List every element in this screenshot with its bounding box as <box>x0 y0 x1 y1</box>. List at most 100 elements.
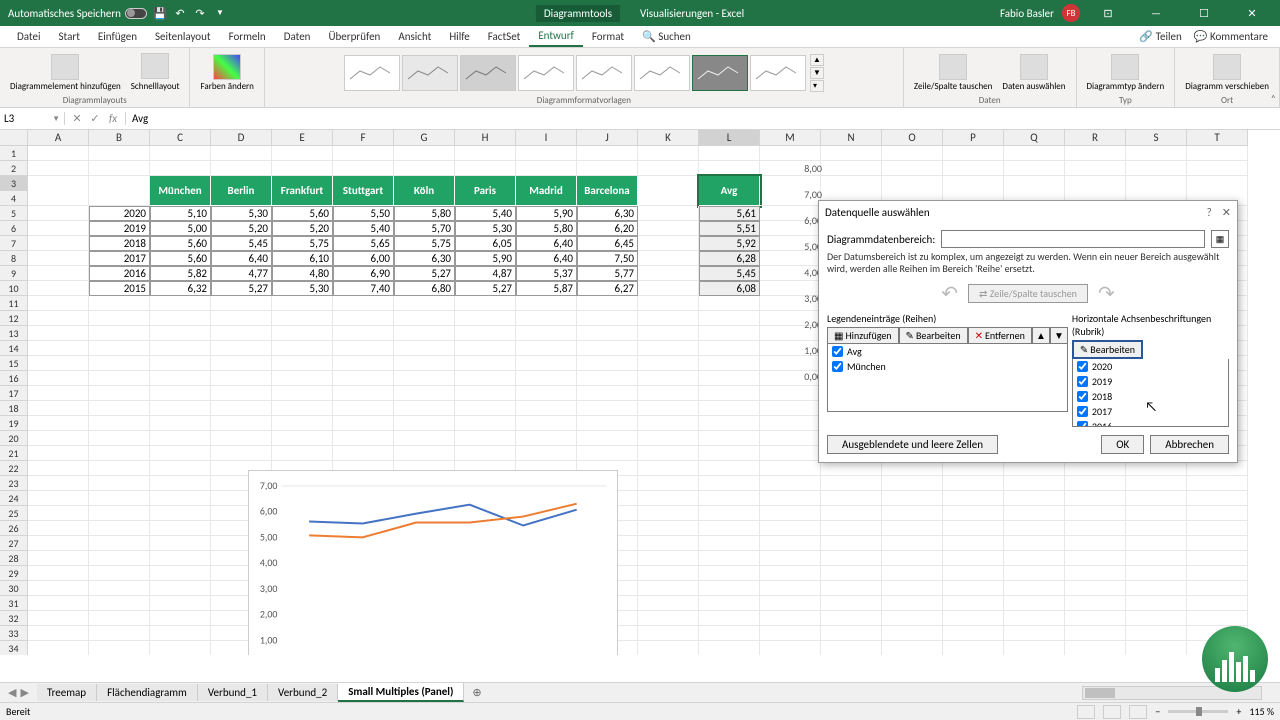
cell[interactable] <box>638 281 699 296</box>
cell[interactable] <box>1126 521 1187 536</box>
cell[interactable] <box>638 611 699 626</box>
row-header[interactable]: 28 <box>0 551 28 566</box>
cell[interactable] <box>516 146 577 161</box>
cell[interactable] <box>943 611 1004 626</box>
cell[interactable]: 6,28 <box>699 251 760 266</box>
cell[interactable] <box>333 371 394 386</box>
cell[interactable] <box>760 611 821 626</box>
cell[interactable] <box>577 161 638 176</box>
cell[interactable] <box>638 146 699 161</box>
cell[interactable] <box>516 446 577 461</box>
category-item[interactable]: 2017 <box>1073 404 1228 419</box>
cell[interactable] <box>699 386 760 401</box>
cell[interactable] <box>1187 476 1248 491</box>
cell[interactable] <box>699 611 760 626</box>
cell[interactable] <box>89 536 150 551</box>
tab-format[interactable]: Format <box>583 27 633 46</box>
cell[interactable] <box>760 446 821 461</box>
cell[interactable] <box>28 506 89 521</box>
cell[interactable]: 7,50 <box>577 251 638 266</box>
sheet-nav-next-icon[interactable]: ▶ <box>20 686 28 699</box>
cell[interactable] <box>455 431 516 446</box>
cell[interactable] <box>150 566 211 581</box>
cell[interactable] <box>821 476 882 491</box>
cell[interactable] <box>577 401 638 416</box>
cell[interactable] <box>699 491 760 506</box>
row-header[interactable]: 29 <box>0 566 28 581</box>
chart-style-5[interactable] <box>576 55 632 91</box>
cell[interactable] <box>821 581 882 596</box>
chart-style-4[interactable] <box>518 55 574 91</box>
cell[interactable] <box>28 236 89 251</box>
cell[interactable] <box>699 161 760 176</box>
cell[interactable] <box>89 356 150 371</box>
cell[interactable] <box>638 296 699 311</box>
cell[interactable]: 5,75 <box>272 236 333 251</box>
cell[interactable] <box>821 611 882 626</box>
cell[interactable] <box>821 566 882 581</box>
cell[interactable]: 6,30 <box>394 251 455 266</box>
cell[interactable] <box>150 551 211 566</box>
cell[interactable] <box>699 356 760 371</box>
cell[interactable] <box>28 356 89 371</box>
cell[interactable]: Avg <box>699 176 760 206</box>
cell[interactable] <box>211 356 272 371</box>
cell[interactable] <box>1187 566 1248 581</box>
cell[interactable] <box>28 281 89 296</box>
cell[interactable] <box>760 491 821 506</box>
cell[interactable] <box>699 596 760 611</box>
cell[interactable] <box>455 326 516 341</box>
cell[interactable] <box>394 326 455 341</box>
cell[interactable]: 5,30 <box>211 206 272 221</box>
cell[interactable] <box>821 146 882 161</box>
cell[interactable] <box>211 446 272 461</box>
cell[interactable]: 5,80 <box>394 206 455 221</box>
cell[interactable]: Paris <box>455 176 516 206</box>
cell[interactable] <box>394 386 455 401</box>
cell[interactable] <box>333 386 394 401</box>
page-layout-view-icon[interactable] <box>1103 705 1121 719</box>
cell[interactable] <box>150 431 211 446</box>
cell[interactable] <box>943 581 1004 596</box>
cell[interactable] <box>394 356 455 371</box>
cell[interactable]: Berlin <box>211 176 272 206</box>
row-header[interactable]: 15 <box>0 356 28 371</box>
cell[interactable] <box>394 416 455 431</box>
cell[interactable]: 5,00 <box>150 221 211 236</box>
minimize-icon[interactable]: — <box>1136 0 1176 26</box>
cell[interactable] <box>272 371 333 386</box>
cell[interactable] <box>882 551 943 566</box>
cell[interactable] <box>150 476 211 491</box>
cell[interactable] <box>1065 596 1126 611</box>
cell[interactable] <box>28 176 89 206</box>
cell[interactable] <box>28 431 89 446</box>
cell[interactable] <box>638 506 699 521</box>
cell[interactable] <box>1004 536 1065 551</box>
cell[interactable]: 6,00 <box>333 251 394 266</box>
row-header[interactable]: 34 <box>0 641 28 655</box>
cell[interactable] <box>699 371 760 386</box>
chart-style-3[interactable] <box>460 55 516 91</box>
tab-hilfe[interactable]: Hilfe <box>440 27 478 46</box>
add-chart-element-button[interactable]: Diagrammelement hinzufügen <box>6 52 125 93</box>
cell[interactable] <box>943 491 1004 506</box>
cell[interactable] <box>89 431 150 446</box>
cell[interactable] <box>1065 551 1126 566</box>
cell[interactable] <box>455 386 516 401</box>
row-header[interactable]: 17 <box>0 386 28 401</box>
cell[interactable] <box>150 536 211 551</box>
cell[interactable] <box>699 581 760 596</box>
cell[interactable] <box>516 161 577 176</box>
cell[interactable] <box>455 446 516 461</box>
cell[interactable] <box>699 566 760 581</box>
cell[interactable]: 6,05 <box>455 236 516 251</box>
cell[interactable] <box>272 401 333 416</box>
cell[interactable] <box>638 356 699 371</box>
cell[interactable]: 5,60 <box>150 251 211 266</box>
cell[interactable] <box>211 326 272 341</box>
cell[interactable] <box>821 506 882 521</box>
styles-more[interactable]: ▾ <box>810 80 824 92</box>
cell[interactable] <box>1065 566 1126 581</box>
cell[interactable]: 6,20 <box>577 221 638 236</box>
column-header[interactable]: H <box>455 130 516 146</box>
